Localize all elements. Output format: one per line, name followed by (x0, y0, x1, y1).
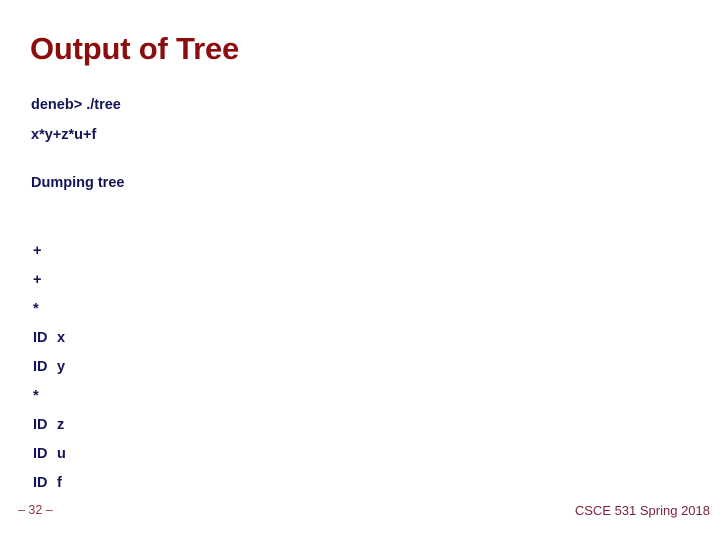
tree-line-token: + (33, 272, 42, 288)
course-label: CSCE 531 Spring 2018 (574, 503, 710, 518)
tree-line-token: + (33, 243, 42, 259)
tree-line: ID f (33, 476, 433, 505)
tree-line: + (33, 244, 433, 273)
page-title: Output of Tree (30, 31, 240, 66)
tree-line-token: ID (33, 475, 48, 491)
tree-line-value: y (57, 359, 66, 375)
tree-line-token: * (33, 388, 39, 404)
tree-line-value: u (57, 446, 66, 462)
console-output-block: deneb> ./tree x*y+z*u+f Dumping tree (31, 98, 631, 206)
console-prompt-line: deneb> ./tree (31, 97, 121, 113)
tree-line-value: x (57, 330, 66, 346)
tree-line-value: f (57, 475, 62, 491)
tree-line: + (33, 273, 433, 302)
tree-line: * (33, 389, 433, 418)
tree-line: ID y (33, 360, 433, 389)
tree-line: ID u (33, 447, 433, 476)
slide-footer: – 32 – CSCE 531 Spring 2018 (0, 503, 720, 525)
tree-line-token: ID (33, 359, 48, 375)
tree-line-token: ID (33, 330, 48, 346)
tree-line: * (33, 302, 433, 331)
console-expression-line: x*y+z*u+f (31, 126, 97, 143)
tree-line-value: z (57, 417, 65, 433)
console-dump-header: Dumping tree (31, 175, 125, 191)
page-number: – 32 – (18, 503, 53, 517)
tree-dump-list: + + * ID x ID y * ID z ID u ID f (33, 244, 433, 505)
tree-line-token: ID (33, 446, 48, 462)
tree-line-token: * (33, 301, 39, 317)
tree-line: ID z (33, 418, 433, 447)
tree-line: ID x (33, 331, 433, 360)
slide: Output of Tree deneb> ./tree x*y+z*u+f D… (0, 0, 720, 540)
tree-line-token: ID (33, 417, 48, 433)
